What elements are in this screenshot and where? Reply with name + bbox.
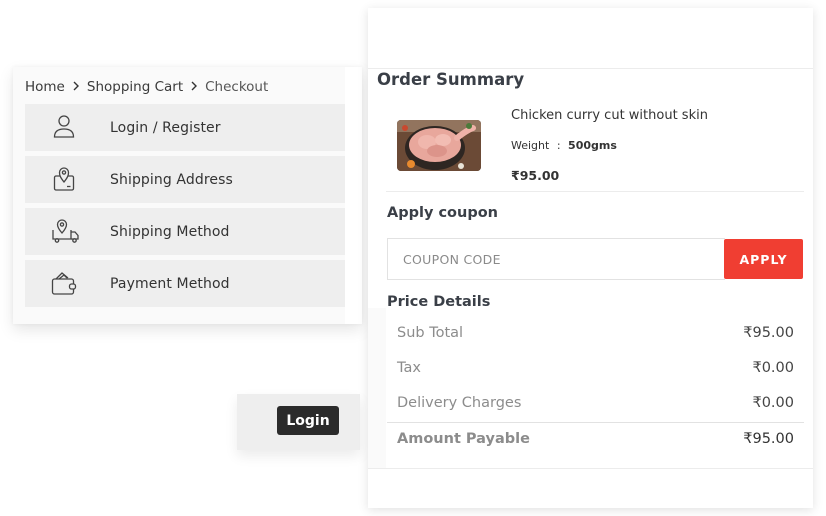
weight-value: 500gms: [568, 139, 617, 152]
price-value: ₹0.00: [752, 360, 794, 376]
step-payment-method[interactable]: Payment Method: [25, 260, 345, 307]
coupon-code-input[interactable]: [387, 238, 725, 280]
delivery-truck-icon: [50, 217, 79, 245]
breadcrumb-home[interactable]: Home: [25, 79, 65, 95]
price-row-delivery: Delivery Charges ₹0.00: [397, 395, 794, 411]
price-label: Sub Total: [397, 325, 464, 341]
price-value: ₹0.00: [752, 395, 794, 411]
price-label: Tax: [397, 360, 421, 376]
step-label: Shipping Method: [110, 223, 230, 240]
price-row-subtotal: Sub Total ₹95.00: [397, 325, 794, 341]
chevron-right-icon: [72, 80, 80, 94]
chicken-curry-cut-image: [397, 120, 481, 171]
price-label: Delivery Charges: [397, 395, 522, 411]
step-shipping-method[interactable]: Shipping Method: [25, 208, 345, 255]
weight-separator: :: [556, 139, 561, 152]
step-login-register[interactable]: Login / Register: [25, 104, 345, 151]
checkout-steps-panel: Home Shopping Cart Checkout Login / Regi…: [13, 67, 362, 324]
total-value: ₹95.00: [743, 431, 794, 447]
divider: [368, 68, 813, 69]
apply-coupon-button[interactable]: APPLY: [724, 239, 803, 279]
location-box-icon: [50, 165, 78, 193]
price-row-tax: Tax ₹0.00: [397, 360, 794, 376]
breadcrumb: Home Shopping Cart Checkout: [25, 79, 268, 95]
wallet-icon: [50, 269, 78, 297]
chevron-right-icon: [190, 80, 198, 94]
divider: [368, 468, 813, 469]
user-icon: [50, 113, 78, 141]
price-row-amount-payable: Amount Payable ₹95.00: [397, 431, 794, 447]
divider: [386, 191, 804, 192]
step-label: Shipping Address: [110, 171, 233, 188]
step-shipping-address[interactable]: Shipping Address: [25, 156, 345, 203]
product-weight: Weight : 500gms: [511, 139, 617, 152]
price-value: ₹95.00: [743, 325, 794, 341]
breadcrumb-shopping-cart[interactable]: Shopping Cart: [87, 79, 183, 95]
login-container: Login: [237, 394, 360, 450]
step-label: Payment Method: [110, 275, 230, 292]
breadcrumb-checkout: Checkout: [205, 79, 269, 95]
login-button[interactable]: Login: [277, 406, 339, 435]
order-summary-title: Order Summary: [377, 70, 525, 89]
order-summary-panel: Order Summary Chicken curry cut without …: [368, 8, 813, 508]
price-details-title: Price Details: [387, 294, 491, 310]
apply-coupon-title: Apply coupon: [387, 205, 498, 221]
step-label: Login / Register: [110, 119, 221, 136]
weight-label: Weight: [511, 139, 550, 152]
total-label: Amount Payable: [397, 431, 530, 447]
product-name: Chicken curry cut without skin: [511, 108, 708, 123]
product-price: ₹95.00: [511, 168, 560, 183]
panel-gutter: [368, 308, 386, 468]
checkout-steps-inner: Home Shopping Cart Checkout Login / Regi…: [13, 67, 345, 324]
divider: [387, 422, 804, 423]
